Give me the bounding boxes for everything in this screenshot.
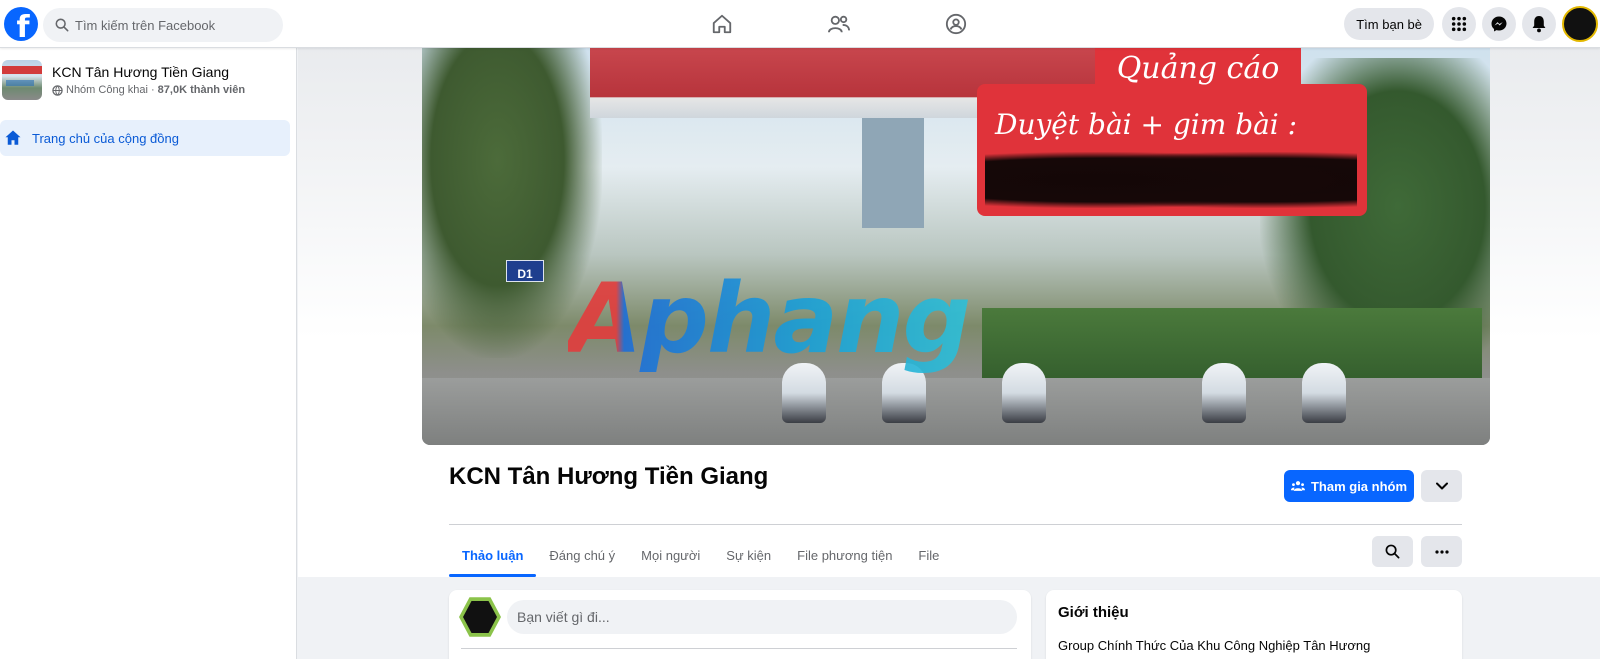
cover-watermark: Aphang: [568, 263, 971, 375]
redacted-scribble: [985, 152, 1357, 208]
home-icon: [5, 130, 21, 145]
nav-home-tab[interactable]: [663, 0, 780, 48]
tab-featured[interactable]: Đáng chú ý: [536, 534, 628, 577]
join-group-button[interactable]: Tham gia nhóm: [1284, 470, 1414, 502]
chevron-down-icon: [1435, 482, 1448, 490]
ad-title: Quảng cáo: [1095, 48, 1301, 88]
group-dropdown-button[interactable]: [1421, 470, 1462, 502]
tab-media[interactable]: File phương tiện: [784, 534, 905, 577]
post-composer: Bạn viết gì đi...: [449, 590, 1031, 659]
cover-ad-banner: Quảng cáo Duyệt bài + gim bài :: [977, 48, 1367, 218]
menu-grid-icon: [1451, 16, 1467, 32]
search-icon: [1385, 544, 1400, 559]
group-info: KCN Tân Hương Tiền Giang Nhóm Công khai …: [52, 64, 245, 96]
cover-photo[interactable]: D1 Quảng cáo Duyệt bài + gim bài : Aphan…: [422, 48, 1490, 445]
about-title: Giới thiệu: [1058, 604, 1129, 621]
composer-avatar[interactable]: [459, 597, 501, 637]
nav-groups-tab[interactable]: [897, 0, 1014, 48]
top-right-actions: Tìm bạn bè: [1344, 0, 1600, 48]
search-input[interactable]: [75, 17, 265, 33]
group-thumbnail[interactable]: [2, 60, 42, 100]
home-icon: [712, 14, 731, 34]
main-nav-tabs: [663, 0, 1014, 48]
left-sidebar: KCN Tân Hương Tiền Giang Nhóm Công khai …: [0, 48, 297, 659]
cover-rider: [1002, 363, 1046, 423]
search-icon: [55, 18, 69, 32]
group-meta: Nhóm Công khai · 87,0K thành viên: [52, 84, 245, 96]
facebook-logo-icon[interactable]: f: [4, 7, 38, 41]
header-divider: [449, 524, 1462, 525]
cover-street-sign: D1: [506, 260, 544, 282]
about-card: Giới thiệu Group Chính Thức Của Khu Công…: [1046, 590, 1462, 659]
tab-discussion[interactable]: Thảo luận: [449, 534, 537, 577]
tab-files[interactable]: File: [905, 534, 952, 577]
sidebar-group-header[interactable]: KCN Tân Hương Tiền Giang Nhóm Công khai …: [0, 48, 296, 100]
ad-line: Duyệt bài + gim bài :: [995, 108, 1298, 141]
sidebar-group-name[interactable]: KCN Tân Hương Tiền Giang: [52, 64, 245, 80]
messenger-icon: [1491, 16, 1507, 32]
composer-divider: [461, 648, 1017, 649]
more-dots-icon: [1434, 549, 1449, 554]
bell-icon: [1532, 16, 1546, 33]
top-navigation-bar: f Tìm kiếm trên Facebook Tìm bạn bè: [0, 0, 1600, 48]
cover-gate-pillar: [862, 118, 924, 228]
join-group-label: Tham gia nhóm: [1310, 478, 1408, 494]
search-box[interactable]: [43, 8, 283, 42]
groups-icon: [945, 13, 966, 35]
messenger-button[interactable]: [1482, 7, 1516, 41]
find-friends-button[interactable]: Tìm bạn bè: [1344, 8, 1434, 40]
privacy-label: Nhóm Công khai ·: [66, 84, 155, 96]
group-search-button[interactable]: [1372, 536, 1413, 567]
more-options-button[interactable]: [1421, 536, 1462, 567]
nav-friends-tab[interactable]: [780, 0, 897, 48]
group-people-icon: [1290, 481, 1305, 491]
sidebar-item-community-home[interactable]: Trang chủ của cộng đồng: [0, 120, 290, 156]
notifications-button[interactable]: [1522, 7, 1556, 41]
globe-icon: [52, 84, 63, 96]
about-description: Group Chính Thức Của Khu Công Nghiệp Tân…: [1058, 638, 1371, 653]
friends-icon: [827, 15, 850, 33]
menu-button[interactable]: [1442, 7, 1476, 41]
member-count: 87,0K thành viên: [157, 84, 246, 96]
group-title[interactable]: KCN Tân Hương Tiền Giang: [449, 463, 768, 491]
group-tabs: Thảo luận Đáng chú ý Mọi người Sự kiện F…: [449, 534, 952, 577]
profile-avatar[interactable]: [1562, 6, 1598, 42]
tab-events[interactable]: Sự kiện: [713, 534, 784, 577]
cover-rider: [1302, 363, 1346, 423]
cover-rider: [1202, 363, 1246, 423]
composer-input[interactable]: Bạn viết gì đi...: [507, 600, 1017, 634]
tab-people[interactable]: Mọi người: [628, 534, 713, 577]
sidebar-item-label: Trang chủ của cộng đồng: [32, 130, 179, 146]
